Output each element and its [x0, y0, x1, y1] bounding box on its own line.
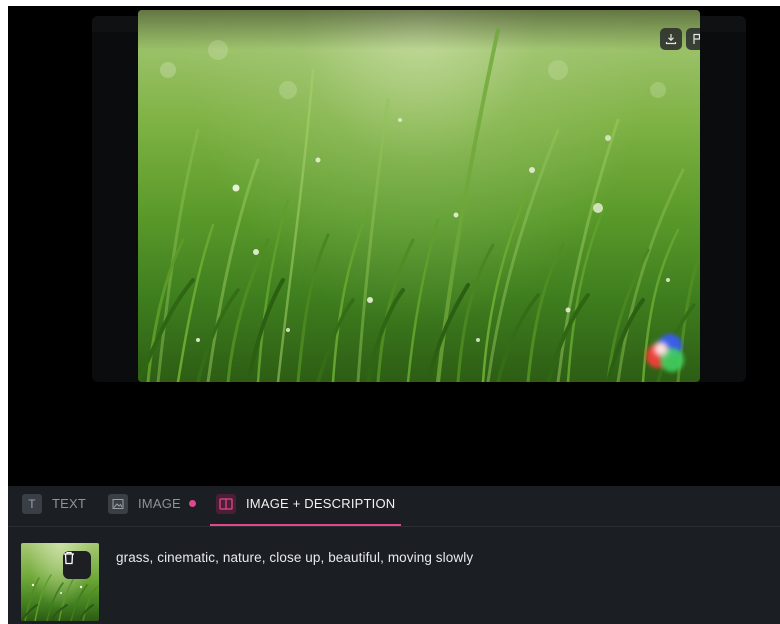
text-icon: T	[22, 494, 42, 514]
prompt-text[interactable]: grass, cinematic, nature, close up, beau…	[116, 550, 473, 565]
image-icon	[108, 494, 128, 514]
mode-tabs: T TEXT IMAGE IMAGE + DESCRIPTION	[8, 486, 780, 527]
tab-image-description[interactable]: IMAGE + DESCRIPTION	[209, 494, 402, 526]
tab-image-description-label: IMAGE + DESCRIPTION	[246, 496, 396, 511]
app-window: T TEXT IMAGE IMAGE + DESCRIPTION grass, …	[8, 6, 780, 624]
video-preview[interactable]	[138, 10, 700, 382]
grass-artwork	[138, 28, 700, 382]
tab-image[interactable]: IMAGE	[108, 494, 196, 526]
tab-text-label: TEXT	[52, 496, 87, 511]
input-panel: T TEXT IMAGE IMAGE + DESCRIPTION grass, …	[8, 486, 780, 624]
split-view-icon	[216, 494, 236, 514]
reference-image-thumbnail[interactable]	[21, 543, 99, 621]
flag-button[interactable]	[686, 28, 700, 50]
download-button[interactable]	[660, 28, 682, 50]
tab-image-indicator	[188, 500, 196, 507]
rgb-orb-logo	[644, 334, 684, 374]
tab-text[interactable]: T TEXT	[22, 494, 87, 526]
trash-icon	[64, 551, 74, 565]
delete-image-button[interactable]	[63, 551, 91, 579]
flag-icon	[693, 33, 700, 44]
download-icon	[665, 34, 677, 45]
tab-image-label: IMAGE	[138, 496, 181, 511]
